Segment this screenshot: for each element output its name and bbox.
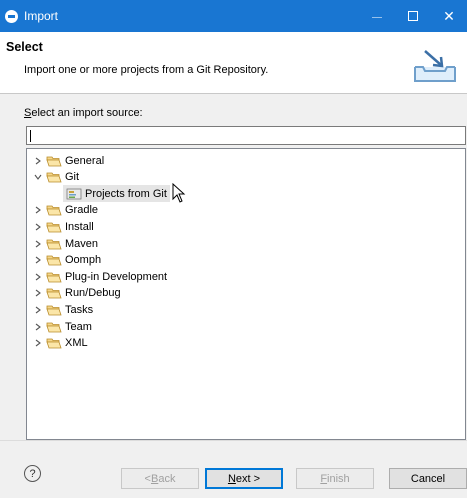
tree-item-oomph[interactable]: Oomph <box>32 252 101 269</box>
wizard-footer: ? < Back Next > Finish Cancel <box>0 440 467 498</box>
chevron-down-icon <box>34 174 42 181</box>
tree-item-label: General <box>65 154 105 167</box>
expand-toggle[interactable] <box>32 287 44 299</box>
chevron-right-icon <box>35 339 41 347</box>
expand-toggle[interactable] <box>32 204 44 216</box>
cancel-button[interactable]: Cancel <box>389 468 467 489</box>
next-button[interactable]: Next > <box>205 468 283 489</box>
folder-icon <box>46 205 62 216</box>
page-title: Select <box>6 40 43 54</box>
maximize-button[interactable] <box>395 0 431 32</box>
tree-item-git[interactable]: Git <box>32 169 79 186</box>
tree-item-label: Gradle <box>65 204 99 217</box>
folder-icon <box>46 338 62 349</box>
chevron-right-icon <box>35 289 41 297</box>
expand-toggle[interactable] <box>32 221 44 233</box>
finish-button[interactable]: Finish <box>296 468 374 489</box>
minimize-icon <box>372 16 382 18</box>
tree-item-plug-in-development[interactable]: Plug-in Development <box>32 268 167 285</box>
help-icon: ? <box>29 467 36 480</box>
folder-icon <box>46 272 62 283</box>
expand-toggle[interactable] <box>32 337 44 349</box>
expand-toggle[interactable] <box>32 254 44 266</box>
expand-toggle[interactable] <box>32 171 44 183</box>
back-button[interactable]: < Back <box>121 468 199 489</box>
close-icon: ✕ <box>443 7 455 24</box>
wizard-header: Select Import one or more projects from … <box>0 32 467 94</box>
tree-item-run-debug[interactable]: Run/Debug <box>32 285 121 302</box>
folder-icon <box>46 222 62 233</box>
tree-item-projects-from-git[interactable]: Projects from Git <box>63 185 170 203</box>
minimize-button[interactable] <box>359 0 395 32</box>
expand-toggle[interactable] <box>32 271 44 283</box>
chevron-right-icon <box>35 157 41 164</box>
chevron-right-icon <box>35 256 41 264</box>
chevron-right-icon <box>35 306 41 314</box>
tree-item-label: Plug-in Development <box>65 270 168 283</box>
tree-item-label: Tasks <box>65 303 94 316</box>
tree-item-gradle[interactable]: Gradle <box>32 202 98 219</box>
chevron-right-icon <box>35 206 41 214</box>
chevron-right-icon <box>35 323 41 330</box>
app-icon <box>5 10 18 23</box>
folder-icon <box>46 255 62 266</box>
import-wizard-icon <box>414 50 456 82</box>
mouse-cursor-icon <box>172 183 186 203</box>
expand-toggle[interactable] <box>32 238 44 250</box>
folder-icon <box>46 322 62 332</box>
page-description: Import one or more projects from a Git R… <box>24 64 269 76</box>
expand-toggle[interactable] <box>32 155 44 167</box>
tree-item-xml[interactable]: XML <box>32 335 88 352</box>
folder-icon <box>46 172 62 183</box>
title-bar[interactable]: Import ✕ <box>0 0 467 32</box>
tree-item-label: Team <box>65 320 92 333</box>
filter-input[interactable] <box>26 126 466 145</box>
tree-item-general[interactable]: General <box>32 152 104 169</box>
tree-item-tasks[interactable]: Tasks <box>32 301 93 318</box>
folder-icon <box>46 288 62 299</box>
tree-item-maven[interactable]: Maven <box>32 235 98 252</box>
help-button[interactable]: ? <box>24 465 41 482</box>
chevron-right-icon <box>35 273 41 281</box>
git-projects-icon <box>66 188 82 200</box>
import-source-label: Select an import source: <box>24 107 143 119</box>
tree-item-label: Oomph <box>65 254 102 267</box>
import-source-tree[interactable]: General Git Projects from Git Gradle Install… <box>26 148 466 440</box>
folder-icon <box>46 239 62 249</box>
chevron-right-icon <box>35 223 41 231</box>
tree-item-team[interactable]: Team <box>32 318 92 335</box>
window-title: Import <box>24 9 59 23</box>
tree-item-label: Git <box>65 171 80 184</box>
text-caret <box>30 130 31 142</box>
tree-item-install[interactable]: Install <box>32 218 94 235</box>
folder-icon <box>46 305 62 316</box>
chevron-right-icon <box>35 240 41 247</box>
tree-item-label: Run/Debug <box>65 287 121 300</box>
tree-item-label: Maven <box>65 237 99 250</box>
tree-item-label: Projects from Git <box>85 187 167 200</box>
tree-item-label: XML <box>65 337 88 350</box>
maximize-icon <box>408 11 418 21</box>
tree-item-label: Install <box>65 220 94 233</box>
expand-toggle[interactable] <box>32 321 44 333</box>
folder-icon <box>46 156 62 166</box>
close-button[interactable]: ✕ <box>431 0 467 32</box>
expand-toggle[interactable] <box>32 304 44 316</box>
